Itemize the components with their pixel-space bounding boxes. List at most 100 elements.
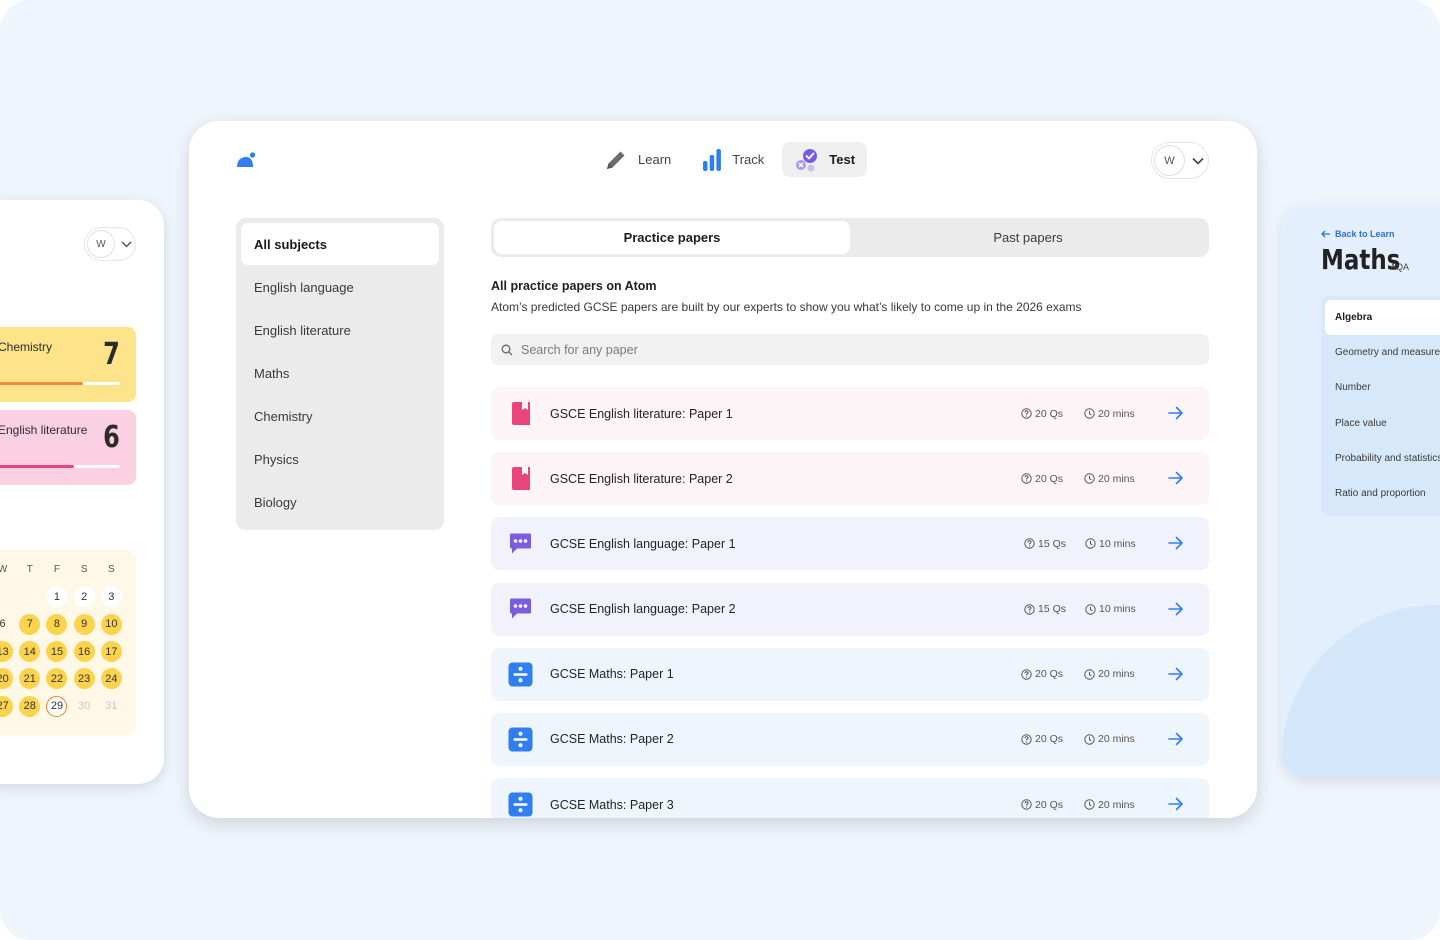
grade-value: 6 xyxy=(103,420,120,455)
grade-card-english-literature[interactable]: English literature 6 xyxy=(0,410,136,485)
paper-title: GSCE English literature: Paper 2 xyxy=(550,471,733,486)
day-number: 14 xyxy=(19,641,41,663)
topic-item[interactable]: Ratio and proportion xyxy=(1325,476,1440,511)
avatar: W xyxy=(87,230,115,258)
topic-list: Algebra Geometry and measures Number Pla… xyxy=(1321,296,1440,516)
arrow-right-icon[interactable] xyxy=(1168,536,1184,550)
calendar-day: 9 xyxy=(71,611,98,638)
calendar-day: 22 xyxy=(43,665,70,692)
calendar-day: 16 xyxy=(71,638,98,665)
question-circle-icon xyxy=(1021,473,1032,484)
day-number: 23 xyxy=(73,668,95,690)
day-number: 22 xyxy=(46,668,68,690)
nav-track[interactable]: Track xyxy=(689,142,776,177)
duration-label: 10 mins xyxy=(1099,603,1136,616)
calendar-weekday-header: W xyxy=(0,556,16,583)
test-window: Learn Track Test W All subjects English … xyxy=(189,121,1257,818)
paper-row[interactable]: GCSE Maths: Paper 1 20 Qs 20 mins xyxy=(491,647,1209,701)
paper-row[interactable]: GCSE English language: Paper 1 15 Qs 10 mi… xyxy=(491,517,1209,571)
topic-item[interactable]: Place value xyxy=(1325,406,1440,441)
paper-row[interactable]: GSCE English literature: Paper 2 20 Qs 20 … xyxy=(491,452,1209,506)
duration: 20 mins xyxy=(1084,733,1135,745)
topic-item[interactable]: Number xyxy=(1325,370,1440,405)
nav-track-label: Track xyxy=(732,152,765,167)
calendar-day: 2 xyxy=(71,583,98,610)
search-input[interactable] xyxy=(521,342,1121,357)
subject-item-chemistry[interactable]: Chemistry xyxy=(241,395,439,438)
topic-item[interactable]: Geometry and measures xyxy=(1325,335,1440,370)
calendar-day: 6 xyxy=(0,611,16,638)
clock-icon xyxy=(1085,603,1096,615)
arrow-right-icon[interactable] xyxy=(1168,602,1184,616)
back-to-learn-link[interactable]: Back to Learn xyxy=(1321,229,1395,239)
clock-icon xyxy=(1084,408,1095,419)
grade-subject-label: Chemistry xyxy=(0,340,53,354)
clock-icon xyxy=(1084,799,1095,810)
subject-filter-list: All subjects English language English li… xyxy=(236,218,444,530)
calendar-weekday-header: F xyxy=(43,556,70,583)
day-number: 16 xyxy=(73,641,95,663)
streak-calendar: WTFSS12367891013141516172021222324272829… xyxy=(0,550,136,736)
calendar-grid: WTFSS12367891013141516172021222324272829… xyxy=(0,556,125,720)
day-number: 20 xyxy=(0,668,14,690)
question-count-label: 15 Qs xyxy=(1038,603,1067,616)
calendar-day: 10 xyxy=(98,611,125,638)
paper-row[interactable]: GCSE Maths: Paper 3 20 Qs 20 mins xyxy=(491,778,1209,818)
day-number xyxy=(19,586,40,607)
topic-item[interactable]: Algebra xyxy=(1325,300,1440,336)
calendar-day: 1 xyxy=(43,583,70,610)
day-number: 28 xyxy=(19,695,41,717)
subject-item-maths[interactable]: Maths xyxy=(241,352,439,395)
duration: 20 mins xyxy=(1084,799,1135,811)
day-number: 29 xyxy=(46,695,68,717)
arrow-right-icon[interactable] xyxy=(1168,797,1184,811)
account-menu[interactable]: W xyxy=(1151,142,1209,179)
question-circle-icon xyxy=(1024,538,1035,550)
question-circle-icon xyxy=(1024,603,1035,615)
nav-learn[interactable]: Learn xyxy=(591,142,683,177)
arrow-right-icon[interactable] xyxy=(1168,471,1184,485)
question-count-label: 20 Qs xyxy=(1035,733,1064,746)
calendar-day: 14 xyxy=(16,638,43,665)
book-icon xyxy=(508,466,533,491)
clock-icon xyxy=(1084,473,1095,484)
duration-label: 20 mins xyxy=(1098,472,1135,485)
pencil-icon xyxy=(603,147,629,173)
weekday-label: S xyxy=(80,564,88,576)
paper-row[interactable]: GCSE English language: Paper 2 15 Qs 10 mi… xyxy=(491,582,1209,636)
duration-label: 20 mins xyxy=(1098,733,1135,746)
subject-item-physics[interactable]: Physics xyxy=(241,438,439,481)
calendar-day: 21 xyxy=(16,665,43,692)
paper-list: GSCE English literature: Paper 1 20 Qs 20 … xyxy=(491,387,1209,818)
subject-item-all[interactable]: All subjects xyxy=(241,223,439,265)
subject-item-english-literature[interactable]: English literature xyxy=(241,309,439,352)
day-number: 8 xyxy=(46,613,68,635)
tab-practice-papers[interactable]: Practice papers xyxy=(494,221,850,254)
subject-item-english-language[interactable]: English language xyxy=(241,266,439,309)
arrow-right-icon[interactable] xyxy=(1168,406,1184,420)
day-number: 31 xyxy=(105,700,118,713)
arrow-right-icon[interactable] xyxy=(1168,667,1184,681)
question-count: 15 Qs xyxy=(1024,538,1066,550)
subject-item-biology[interactable]: Biology xyxy=(241,481,439,524)
paper-title: GCSE English language: Paper 2 xyxy=(550,602,736,617)
duration-label: 20 mins xyxy=(1098,407,1135,420)
calendar-day: 17 xyxy=(98,638,125,665)
duration: 20 mins xyxy=(1084,668,1135,680)
calendar-day: 29 xyxy=(43,692,70,719)
question-count-label: 20 Qs xyxy=(1035,668,1064,681)
topic-item[interactable]: Probability and statistics xyxy=(1325,441,1440,476)
arrow-right-icon[interactable] xyxy=(1168,732,1184,746)
tab-past-papers[interactable]: Past papers xyxy=(850,221,1206,254)
calendar-day: 27 xyxy=(0,692,16,719)
duration: 20 mins xyxy=(1084,473,1135,485)
grade-card-chemistry[interactable]: Chemistry 7 xyxy=(0,327,136,402)
atom-logo-icon[interactable] xyxy=(236,152,256,168)
paper-row[interactable]: GCSE Maths: Paper 2 20 Qs 20 mins xyxy=(491,712,1209,766)
nav-test[interactable]: Test xyxy=(782,142,868,177)
paper-title: GCSE Maths: Paper 3 xyxy=(550,797,674,812)
paper-row[interactable]: GSCE English literature: Paper 1 20 Qs 20 … xyxy=(491,387,1209,440)
account-menu[interactable]: W xyxy=(84,227,136,261)
day-number: 9 xyxy=(73,613,95,635)
grade-progress-fill xyxy=(0,382,84,385)
